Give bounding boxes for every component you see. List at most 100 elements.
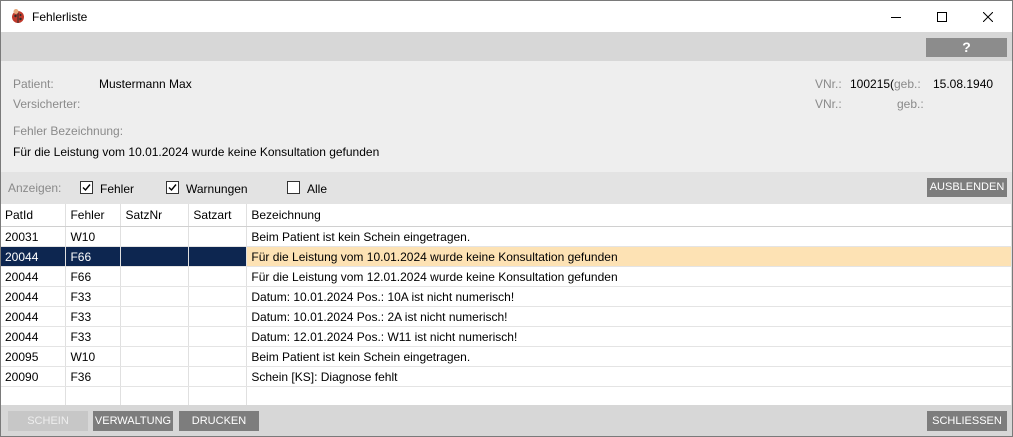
bottom-button-bar: SCHEIN VERWALTUNG DRUCKEN SCHLIESSEN	[1, 405, 1012, 436]
birthdate-label: geb.:	[894, 77, 921, 91]
maximize-button[interactable]	[919, 1, 965, 32]
schliessen-button[interactable]: SCHLIESSEN	[927, 411, 1007, 431]
table-row[interactable]: 20044 F33 Datum: 10.01.2024 Pos.: 10A is…	[1, 286, 1012, 307]
cell-empty	[188, 386, 248, 407]
cell-satznr[interactable]	[120, 346, 190, 367]
cell-satzart[interactable]	[188, 286, 248, 307]
patient-label: Patient:	[13, 77, 54, 91]
cell-bezeichnung[interactable]: Für die Leistung vom 10.01.2024 wurde ke…	[246, 246, 1012, 267]
cell-fehler[interactable]: W10	[65, 226, 122, 247]
table-row[interactable]: 20044 F33 Datum: 10.01.2024 Pos.: 2A ist…	[1, 306, 1012, 327]
table-header: PatId Fehler SatzNr Satzart Bezeichnung	[1, 204, 1012, 227]
cell-satzart[interactable]	[188, 246, 248, 267]
cell-satznr[interactable]	[120, 286, 190, 307]
minimize-button[interactable]	[873, 1, 919, 32]
alle-checkbox-label[interactable]: Alle	[307, 182, 327, 196]
title-bar: Fehlerliste	[1, 1, 1012, 32]
cell-satzart[interactable]	[188, 266, 248, 287]
column-header-patid[interactable]: PatId	[1, 204, 67, 227]
birthdate-value: 15.08.1940	[933, 77, 994, 91]
help-button[interactable]: ?	[926, 38, 1007, 57]
maximize-icon	[937, 11, 947, 22]
cell-patid[interactable]: 20095	[1, 346, 67, 367]
cell-satznr[interactable]	[120, 246, 190, 267]
cell-patid[interactable]: 20044	[1, 246, 67, 267]
verwaltung-button[interactable]: VERWALTUNG	[93, 411, 173, 431]
column-header-bezeichnung[interactable]: Bezeichnung	[246, 204, 1012, 227]
cell-patid[interactable]: 20044	[1, 326, 67, 347]
ladybug-icon	[12, 9, 24, 23]
table-row[interactable]: 20031 W10 Beim Patient ist kein Schein e…	[1, 226, 1012, 247]
error-list-window: Fehlerliste ? Patient: Mustermann Max Ve…	[0, 0, 1013, 437]
cell-bezeichnung[interactable]: Beim Patient ist kein Schein eingetragen…	[246, 346, 1012, 367]
cell-bezeichnung[interactable]: Datum: 12.01.2024 Pos.: W11 ist nicht nu…	[246, 326, 1012, 347]
cell-patid[interactable]: 20044	[1, 266, 67, 287]
table-row[interactable]: 20095 W10 Beim Patient ist kein Schein e…	[1, 346, 1012, 367]
table-row[interactable]: 20090 F36 Schein [KS]: Diagnose fehlt	[1, 366, 1012, 387]
cell-bezeichnung[interactable]: Datum: 10.01.2024 Pos.: 2A ist nicht num…	[246, 306, 1012, 327]
column-header-fehler[interactable]: Fehler	[65, 204, 122, 227]
cell-fehler[interactable]: F33	[65, 306, 122, 327]
cell-bezeichnung[interactable]: Datum: 10.01.2024 Pos.: 10A ist nicht nu…	[246, 286, 1012, 307]
warnungen-checkbox-label[interactable]: Warnungen	[186, 182, 248, 196]
vnr-value: 100215(	[850, 77, 895, 91]
cell-fehler[interactable]: F33	[65, 286, 122, 307]
fehler-checkbox[interactable]	[80, 181, 93, 194]
cell-fehler[interactable]: F66	[65, 246, 122, 267]
column-header-satznr[interactable]: SatzNr	[120, 204, 190, 227]
schein-button[interactable]: SCHEIN	[8, 411, 88, 431]
error-description-label: Fehler Bezeichnung:	[13, 124, 124, 138]
checkmark-icon	[168, 184, 177, 192]
window-title: Fehlerliste	[32, 10, 88, 24]
cell-satzart[interactable]	[188, 226, 248, 247]
cell-satzart[interactable]	[188, 346, 248, 367]
filter-label: Anzeigen:	[8, 181, 62, 195]
filter-bar: Anzeigen: Fehler Warnungen Alle AUSBLEND…	[1, 172, 1012, 204]
cell-bezeichnung[interactable]: Beim Patient ist kein Schein eingetragen…	[246, 226, 1012, 247]
cell-fehler[interactable]: F66	[65, 266, 122, 287]
patient-info-panel: Patient: Mustermann Max Versicherter: VN…	[1, 61, 1012, 172]
close-button[interactable]	[965, 1, 1011, 32]
cell-fehler[interactable]: F36	[65, 366, 122, 387]
cell-patid[interactable]: 20044	[1, 286, 67, 307]
cell-empty	[246, 386, 1012, 407]
minimize-icon	[891, 16, 901, 18]
table-row-empty	[1, 386, 1012, 407]
table-row[interactable]: 20044 F33 Datum: 12.01.2024 Pos.: W11 is…	[1, 326, 1012, 347]
cell-satzart[interactable]	[188, 306, 248, 327]
error-grid: PatId Fehler SatzNr Satzart Bezeichnung …	[1, 204, 1012, 407]
column-header-satzart[interactable]: Satzart	[188, 204, 248, 227]
cell-empty	[120, 386, 190, 407]
cell-satznr[interactable]	[120, 366, 190, 387]
patient-name: Mustermann Max	[99, 77, 192, 91]
error-description-text: Für die Leistung vom 10.01.2024 wurde ke…	[13, 145, 380, 159]
cell-bezeichnung[interactable]: Für die Leistung vom 12.01.2024 wurde ke…	[246, 266, 1012, 287]
cell-satznr[interactable]	[120, 266, 190, 287]
table-row[interactable]: 20044 F66 Für die Leistung vom 12.01.202…	[1, 266, 1012, 287]
fehler-checkbox-label[interactable]: Fehler	[100, 182, 134, 196]
cell-satznr[interactable]	[120, 226, 190, 247]
cell-satzart[interactable]	[188, 326, 248, 347]
cell-bezeichnung[interactable]: Schein [KS]: Diagnose fehlt	[246, 366, 1012, 387]
table-row-selected[interactable]: 20044 F66 Für die Leistung vom 10.01.202…	[1, 246, 1012, 267]
checkmark-icon	[82, 184, 91, 192]
cell-empty	[65, 386, 122, 407]
cell-fehler[interactable]: W10	[65, 346, 122, 367]
cell-satzart[interactable]	[188, 366, 248, 387]
alle-checkbox[interactable]	[287, 181, 300, 194]
drucken-button[interactable]: DRUCKEN	[179, 411, 259, 431]
vnr-label: VNr.:	[815, 77, 842, 91]
cell-satznr[interactable]	[120, 306, 190, 327]
cell-patid[interactable]: 20031	[1, 226, 67, 247]
close-icon	[983, 11, 993, 22]
insured-vnr-label: VNr.:	[815, 97, 842, 111]
cell-satznr[interactable]	[120, 326, 190, 347]
hide-button[interactable]: AUSBLENDEN	[927, 178, 1007, 197]
warnungen-checkbox[interactable]	[166, 181, 179, 194]
cell-fehler[interactable]: F33	[65, 326, 122, 347]
cell-patid[interactable]: 20044	[1, 306, 67, 327]
cell-patid[interactable]: 20090	[1, 366, 67, 387]
cell-empty	[1, 386, 67, 407]
top-toolbar: ?	[1, 32, 1012, 61]
insured-label: Versicherter:	[13, 97, 81, 111]
